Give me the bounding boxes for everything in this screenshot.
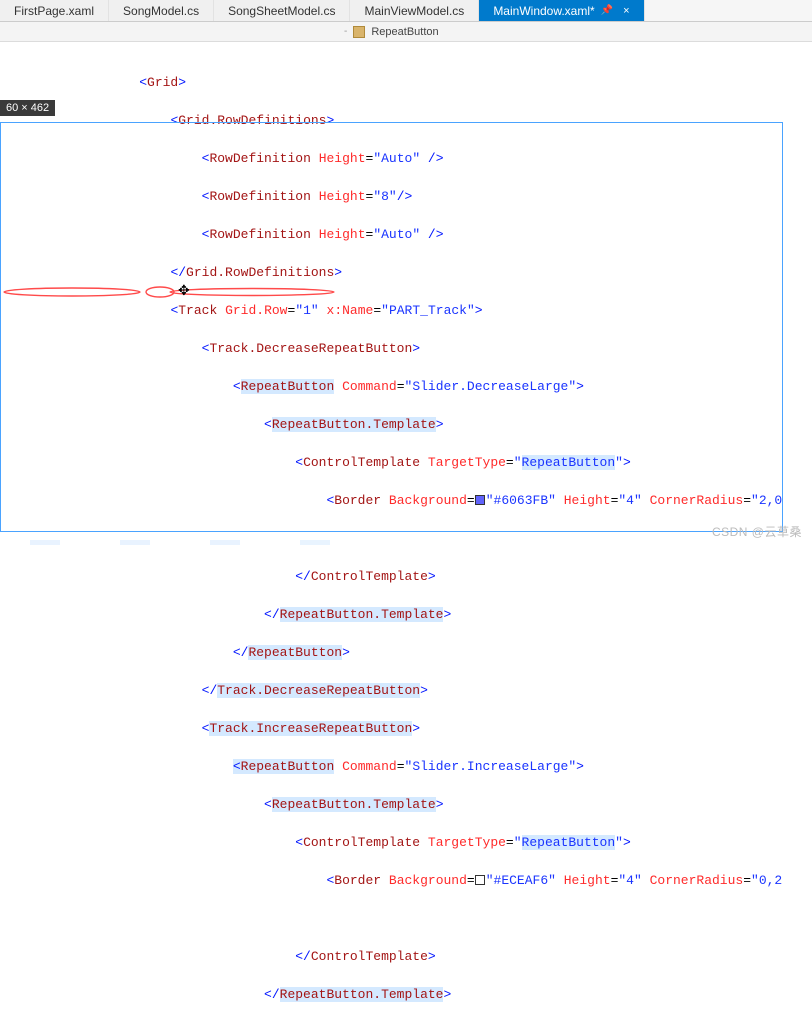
- bottom-highlight: [30, 540, 812, 546]
- tab-label: MainViewModel.cs: [364, 4, 464, 18]
- tab-bar: FirstPage.xaml SongModel.cs SongSheetMod…: [0, 0, 812, 22]
- color-swatch-icon: [475, 875, 485, 885]
- pin-icon[interactable]: 📌: [601, 5, 613, 16]
- breadcrumb: - RepeatButton: [0, 22, 812, 42]
- close-icon[interactable]: ×: [623, 5, 629, 17]
- tab-mainwindow-active[interactable]: MainWindow.xaml* 📌 ×: [479, 0, 644, 21]
- tab-label: SongModel.cs: [123, 4, 199, 18]
- element-icon: [353, 26, 365, 38]
- watermark-label: CSDN @云草桑: [712, 523, 802, 540]
- tab-songsheetmodel[interactable]: SongSheetModel.cs: [214, 0, 350, 21]
- tab-firstpage[interactable]: FirstPage.xaml: [0, 0, 109, 21]
- tab-songmodel[interactable]: SongModel.cs: [109, 0, 214, 21]
- tab-label: SongSheetModel.cs: [228, 4, 335, 18]
- code-editor[interactable]: <Grid> <Grid.RowDefinitions> <RowDefinit…: [0, 42, 812, 1023]
- color-swatch-icon: [475, 495, 485, 505]
- tab-label: FirstPage.xaml: [14, 4, 94, 18]
- tab-label: MainWindow.xaml*: [493, 4, 594, 18]
- breadcrumb-label[interactable]: RepeatButton: [371, 26, 438, 38]
- tab-mainviewmodel[interactable]: MainViewModel.cs: [350, 0, 479, 21]
- selection-size-badge: 60 × 462: [0, 100, 55, 116]
- breadcrumb-sep: -: [344, 26, 347, 37]
